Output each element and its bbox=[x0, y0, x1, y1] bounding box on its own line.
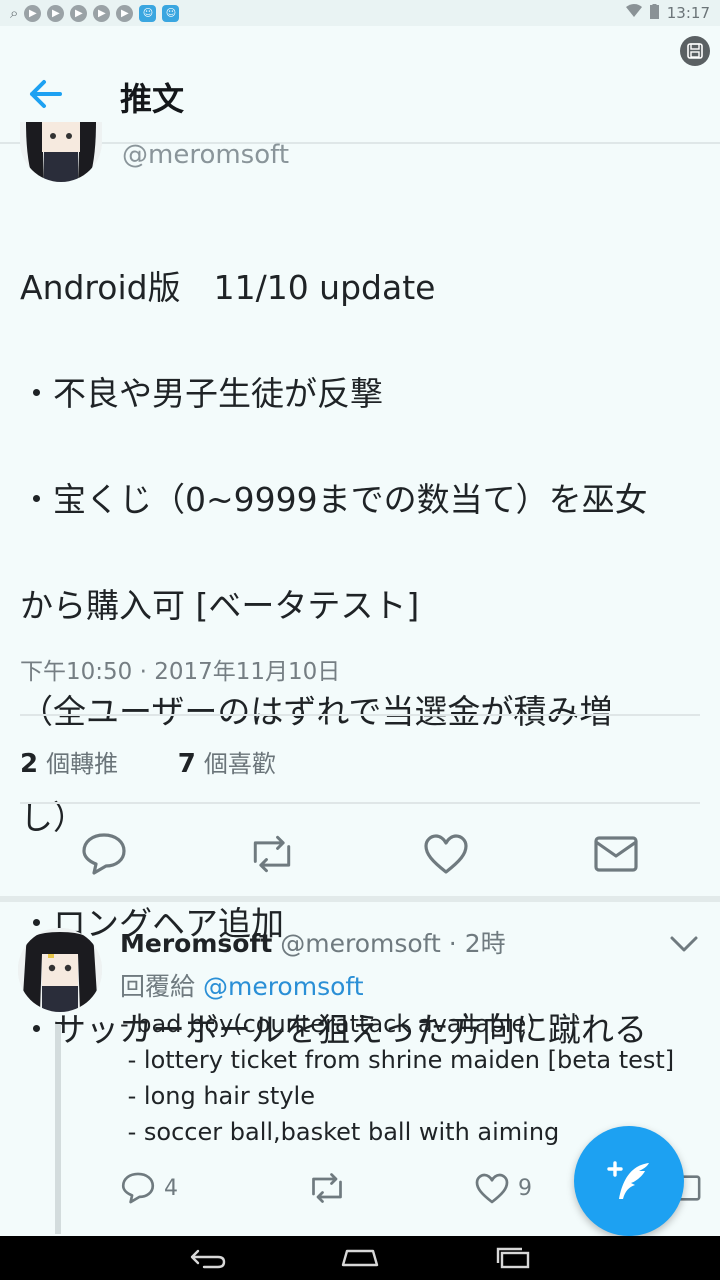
chevron-down-icon bbox=[670, 936, 698, 952]
play-icon: ▶ bbox=[47, 4, 65, 22]
likes-label: 個喜歡 bbox=[203, 750, 276, 778]
nav-home-button[interactable] bbox=[340, 1244, 380, 1272]
play-icon: ▶ bbox=[24, 4, 42, 22]
back-arrow-icon bbox=[30, 80, 62, 108]
divider bbox=[20, 802, 700, 804]
retweets-label: 個轉推 bbox=[46, 750, 119, 778]
retweet-icon bbox=[312, 1173, 342, 1203]
tweet-line: Android版 11/10 update bbox=[20, 268, 436, 307]
retweets-stat[interactable]: 2 個轉推 bbox=[20, 744, 118, 779]
thread-line bbox=[55, 1024, 61, 1234]
battery-icon bbox=[649, 3, 659, 23]
reply-timestamp: · 2時 bbox=[448, 929, 506, 958]
reply-to-mention[interactable]: @meromsoft bbox=[203, 972, 364, 1001]
speech-bubble-icon bbox=[82, 833, 126, 875]
retweets-count: 2 bbox=[20, 749, 39, 779]
reply-author-name[interactable]: Meromsoft bbox=[120, 929, 272, 958]
recents-icon bbox=[496, 1247, 530, 1269]
likes-stat[interactable]: 7 個喜歡 bbox=[178, 744, 276, 779]
home-icon bbox=[341, 1249, 379, 1267]
back-button[interactable] bbox=[22, 74, 68, 114]
search-icon: ⌕ bbox=[10, 4, 19, 22]
tweet-line: ・不良や男子生徒が反撃 bbox=[20, 374, 383, 413]
nav-back-button[interactable] bbox=[188, 1244, 228, 1272]
back-icon bbox=[190, 1249, 226, 1269]
heart-icon bbox=[475, 1173, 509, 1203]
like-button[interactable] bbox=[420, 828, 472, 880]
status-bar: ⌕ ▶ ▶ ▶ ▶ ▶ ☺ ☺ 13:17 bbox=[0, 0, 720, 26]
retweet-button[interactable] bbox=[246, 828, 298, 880]
direct-message-button[interactable] bbox=[590, 828, 642, 880]
play-icon: ▶ bbox=[116, 4, 134, 22]
reply-reply-button[interactable]: 4 bbox=[120, 1170, 178, 1206]
reply-count: 4 bbox=[164, 1175, 178, 1201]
tweet-handle: @meromsoft bbox=[122, 140, 290, 170]
wifi-icon bbox=[625, 4, 642, 22]
reply-like-button[interactable]: 9 bbox=[474, 1170, 532, 1206]
nav-recents-button[interactable] bbox=[494, 1244, 534, 1272]
floppy-disk-icon bbox=[687, 43, 703, 59]
replying-to: 回覆給 @meromsoft bbox=[120, 967, 364, 1003]
feather-plus-icon bbox=[607, 1161, 649, 1199]
speech-bubble-icon bbox=[121, 1172, 155, 1204]
reply-button[interactable] bbox=[78, 828, 130, 880]
app-notification-icon: ☺ bbox=[162, 4, 180, 22]
reply-avatar[interactable] bbox=[18, 928, 102, 1012]
tweet-timestamp: 下午10:50 · 2017年11月10日 bbox=[20, 659, 341, 685]
section-divider bbox=[0, 896, 720, 902]
reply-header: Meromsoft @meromsoft · 2時 bbox=[120, 924, 506, 960]
envelope-icon bbox=[594, 836, 638, 872]
divider bbox=[20, 714, 700, 716]
like-count: 9 bbox=[518, 1175, 532, 1201]
compose-tweet-button[interactable] bbox=[574, 1126, 684, 1236]
clock: 13:17 bbox=[666, 4, 710, 22]
play-icon: ▶ bbox=[93, 4, 111, 22]
reply-author-handle: @meromsoft bbox=[280, 929, 441, 958]
reply-retweet-button[interactable] bbox=[306, 1170, 348, 1206]
tweet-line: から購入可 [ベータテスト] bbox=[20, 586, 420, 625]
tweet-stats: 2 個轉推 7 個喜歡 bbox=[20, 744, 328, 779]
heart-icon bbox=[424, 834, 468, 874]
navigation-bar bbox=[0, 1236, 720, 1280]
notification-icons: ⌕ ▶ ▶ ▶ ▶ ▶ ☺ ☺ bbox=[10, 4, 180, 22]
tweet-line: ・宝くじ（0~9999までの数当て）を巫女 bbox=[20, 480, 648, 519]
tweet-line: （全ユーザーのはずれで当選金が積み増 bbox=[20, 692, 613, 731]
reply-prefix: 回覆給 bbox=[120, 972, 196, 1001]
app-bar: 推文 bbox=[0, 26, 720, 144]
app-notification-icon: ☺ bbox=[139, 4, 157, 22]
play-icon: ▶ bbox=[70, 4, 88, 22]
more-options-button[interactable] bbox=[668, 930, 700, 956]
avatar[interactable] bbox=[20, 122, 102, 182]
save-screenshot-button[interactable] bbox=[680, 36, 710, 66]
page-title: 推文 bbox=[120, 80, 185, 118]
retweet-icon bbox=[253, 835, 291, 873]
likes-count: 7 bbox=[177, 749, 196, 779]
